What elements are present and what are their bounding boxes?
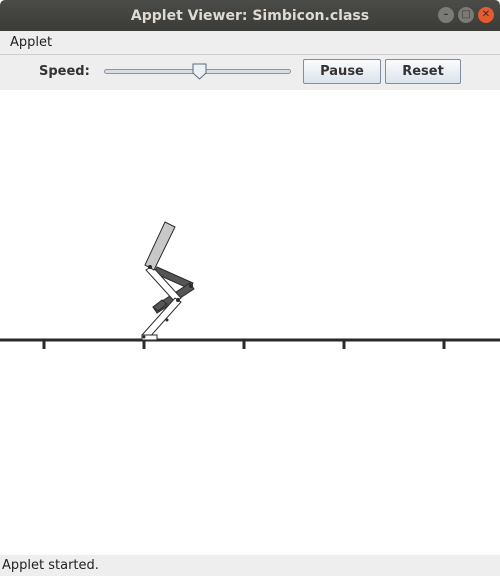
close-button[interactable]: ✕	[478, 7, 494, 23]
menubar: Applet	[0, 31, 500, 55]
marker-dot	[165, 318, 169, 322]
slider-thumb[interactable]	[192, 63, 207, 80]
pause-button[interactable]: Pause	[303, 59, 381, 84]
status-text: Applet started.	[2, 558, 99, 573]
window-title: Applet Viewer: Simbicon.class	[130, 7, 370, 24]
torso	[144, 221, 176, 271]
x-icon: ✕	[481, 9, 491, 20]
reset-button[interactable]: Reset	[385, 59, 461, 84]
hip-joint	[148, 265, 152, 269]
maximize-button[interactable]: □	[458, 7, 474, 23]
ankle-joint	[142, 335, 146, 339]
speed-label: Speed:	[39, 64, 90, 79]
simulation-view	[0, 221, 500, 349]
toolbar: Speed: Pause Reset	[0, 55, 500, 90]
square-icon: □	[461, 9, 471, 20]
knee-joint	[176, 298, 180, 302]
window-titlebar[interactable]: Applet Viewer: Simbicon.class – □ ✕	[0, 0, 500, 31]
speed-slider[interactable]	[104, 63, 291, 80]
menu-applet[interactable]: Applet	[10, 35, 52, 50]
minimize-button[interactable]: –	[438, 7, 454, 23]
minus-icon: –	[443, 9, 449, 20]
simulation-canvas[interactable]	[0, 90, 500, 555]
statusbar: Applet started.	[0, 555, 500, 576]
knee-joint	[189, 284, 193, 288]
biped-figure	[141, 221, 195, 341]
